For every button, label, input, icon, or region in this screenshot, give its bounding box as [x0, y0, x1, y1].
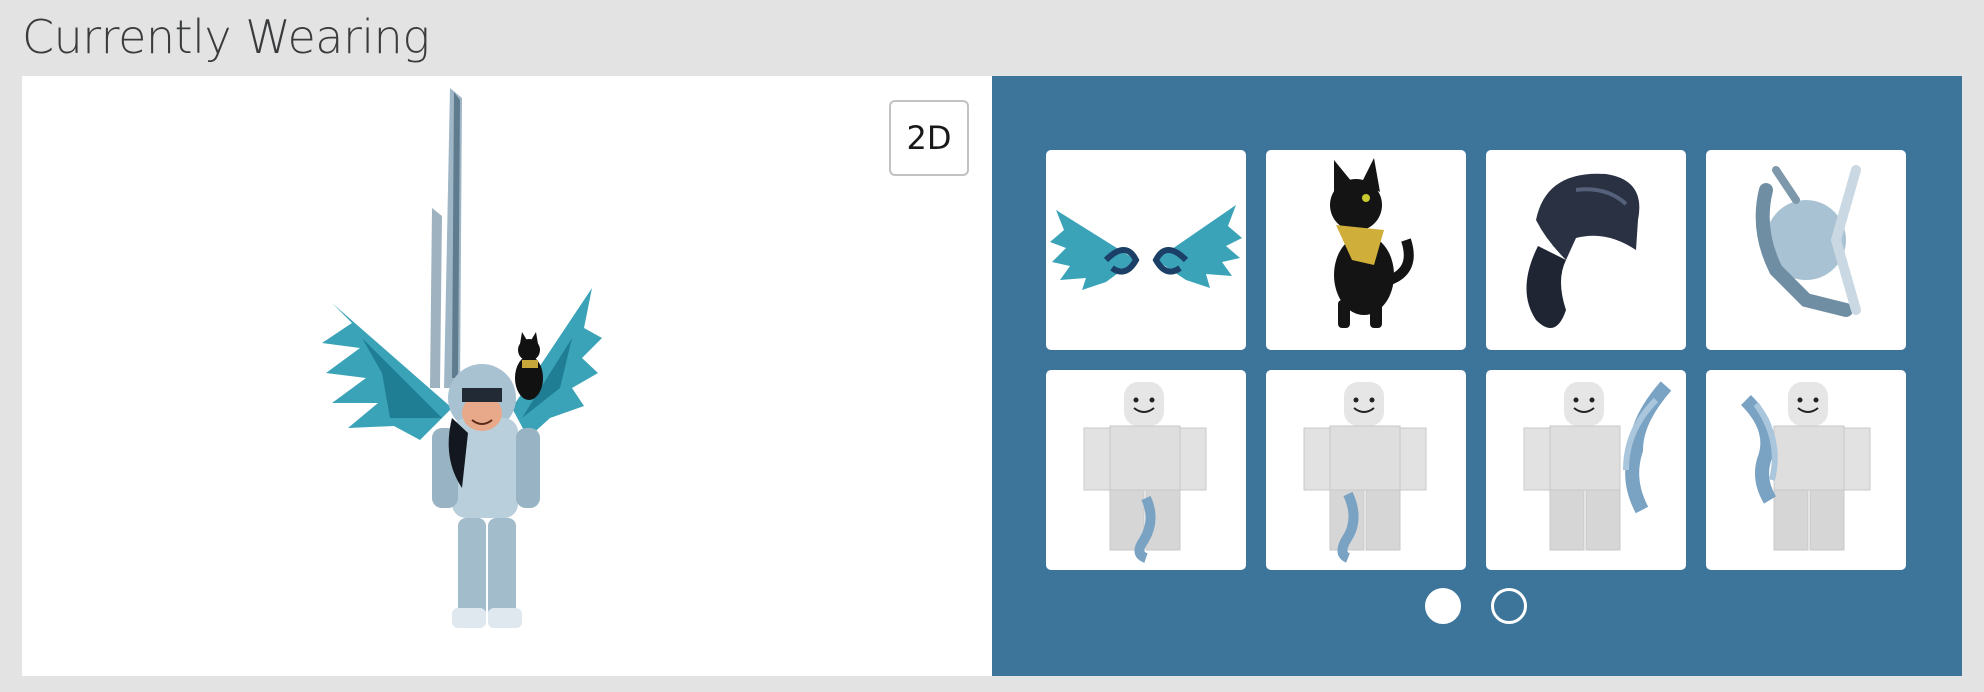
item-card-hair[interactable] [1486, 150, 1686, 350]
item-card-left-arm[interactable] [1706, 370, 1906, 570]
item-card-wings[interactable] [1046, 150, 1246, 350]
item-card-helmet[interactable] [1706, 150, 1906, 350]
avatar-viewer[interactable]: 2D [22, 76, 992, 676]
avatar-left-arm-icon [1740, 382, 1871, 551]
item-card-left-leg[interactable] [1046, 370, 1246, 570]
worn-items-grid [1046, 150, 1906, 570]
helmet-icon [1755, 165, 1861, 317]
items-pagination [1425, 588, 1527, 624]
wings-icon [1050, 205, 1242, 290]
item-card-black-cat[interactable] [1266, 150, 1466, 350]
avatar-left-leg-icon [1083, 382, 1207, 563]
hair-icon [1526, 173, 1640, 328]
avatar-right-arm-icon [1523, 381, 1672, 551]
avatar-3d-figure[interactable] [302, 88, 642, 648]
item-card-right-arm[interactable] [1486, 370, 1686, 570]
page-title: Currently Wearing [22, 10, 430, 64]
item-card-right-leg[interactable] [1266, 370, 1466, 570]
toggle-2d-button[interactable]: 2D [889, 100, 969, 176]
page-dot-1[interactable] [1425, 588, 1461, 624]
worn-items-panel [992, 76, 1962, 676]
page-dot-2[interactable] [1491, 588, 1527, 624]
cat-icon [1330, 158, 1414, 328]
currently-wearing-panel: 2D [22, 76, 1962, 676]
avatar-right-leg-icon [1303, 382, 1427, 563]
